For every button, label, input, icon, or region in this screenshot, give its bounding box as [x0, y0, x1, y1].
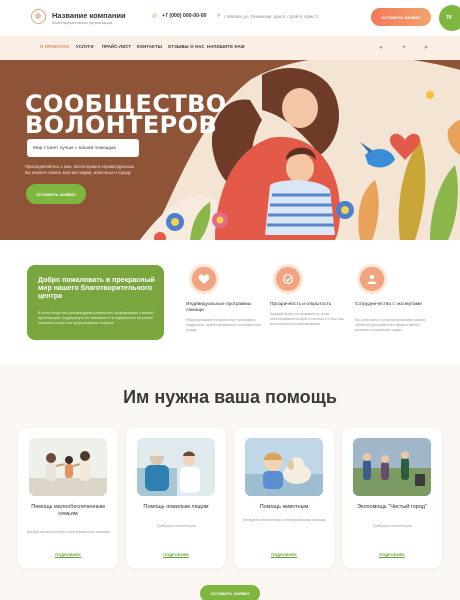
feature-icon-transparency	[273, 264, 303, 294]
help-section-title: Им нужна ваша помощь	[123, 387, 337, 407]
address-text: г. Москва, ул. Ленинская, дом 5, строй 9…	[224, 14, 318, 19]
welcome-section: Добро пожаловать в прекрасный мир нашего…	[0, 240, 460, 364]
help-card-elderly[interactable]: Помощь пожилым людям Требуются волонтеры…	[126, 428, 226, 568]
feature-title-transparency: Прозрачность и открытость	[270, 302, 332, 307]
card-text: Требуются волонтеры	[156, 524, 196, 528]
feature-title-experts: Сотрудничество с экспертами	[355, 302, 422, 307]
feature-icon-programs	[189, 264, 219, 294]
feature-text-transparency: Каждый взнос отслеживается, а мы обеспеч…	[270, 312, 344, 326]
main-nav: О ПРОЕКТАХ УСЛУГИ ПРАЙС-ЛИСТ КОНТАКТЫ ОТ…	[0, 36, 460, 60]
card-text: Требуются волонтеры	[372, 524, 412, 528]
hero-tagline: Мир станет лучше с вашей помощью	[27, 139, 139, 157]
card-title: Помощь пожилым людям	[143, 504, 209, 510]
animals-photo	[245, 438, 323, 496]
nav-item-write[interactable]: НАПИШИТЕ НАМ	[207, 44, 245, 49]
families-photo	[29, 438, 107, 496]
feature-text-programs: Разрабатываем специальные программы подд…	[186, 318, 262, 332]
hero-title: СООБЩЕСТВО ВОЛОНТЕРОВ	[25, 90, 227, 139]
bottom-request-button[interactable]: ОСТАВИТЬ ЗАЯВКУ	[200, 585, 260, 600]
vk-icon[interactable]: ✦	[399, 43, 409, 53]
corner-badge[interactable]: 76	[439, 5, 460, 31]
nav-item-contacts[interactable]: КОНТАКТЫ	[137, 44, 162, 49]
nav-item-projects[interactable]: О ПРОЕКТАХ	[40, 44, 69, 49]
help-card-animals[interactable]: Помощь животным Требуются волонтеры и ма…	[234, 428, 334, 568]
header-request-button[interactable]: ОСТАВИТЬ ЗАЯВКУ	[371, 8, 431, 26]
card-more-link[interactable]: ПОДРОБНЕЕ	[18, 552, 118, 557]
phone-number[interactable]: +7 (000) 000-00-00	[162, 13, 207, 19]
feature-title-programs: Индивидуальные программы помощи	[186, 302, 252, 313]
nav-item-services[interactable]: УСЛУГИ	[76, 44, 94, 49]
telegram-icon[interactable]: ➤	[421, 43, 431, 53]
company-subtitle: благотворительная организация	[52, 20, 113, 25]
hero-banner: СООБЩЕСТВО ВОЛОНТЕРОВ Мир станет лучше с…	[0, 60, 460, 240]
card-title: Помощь животным	[259, 504, 309, 510]
nav-item-pricelist[interactable]: ПРАЙС-ЛИСТ	[102, 44, 131, 49]
card-text: Требуются волонтеры и материальная помощ…	[26, 530, 110, 534]
help-card-families[interactable]: Помощь малообеспеченным семьям Требуются…	[18, 428, 118, 568]
card-title: Помощь малообеспеченным семьям	[31, 504, 105, 517]
hero-description: Присоединяйтесь к нам, волонтерам и нера…	[25, 164, 135, 175]
location-pin-icon: ⚲	[217, 13, 221, 19]
welcome-card: Добро пожаловать в прекрасный мир нашего…	[27, 265, 164, 340]
hero-request-button[interactable]: ОСТАВИТЬ ЗАЯВКУ	[26, 184, 86, 204]
ok-icon[interactable]: ●	[376, 43, 386, 53]
elderly-photo	[137, 438, 215, 496]
logo-icon[interactable]	[31, 9, 46, 24]
help-card-eco[interactable]: Экопомощь "Чистый город" Требуются волон…	[342, 428, 442, 568]
card-more-link[interactable]: ПОДРОБНЕЕ	[234, 552, 334, 557]
feature-icon-experts	[357, 264, 387, 294]
company-name[interactable]: Название компании	[52, 11, 126, 20]
eco-photo	[353, 438, 431, 496]
card-more-link[interactable]: ПОДРОБНЕЕ	[342, 552, 442, 557]
card-more-link[interactable]: ПОДРОБНЕЕ	[126, 552, 226, 557]
card-title: Экопомощь "Чистый город"	[357, 504, 427, 510]
site-header: Название компании благотворительная орга…	[0, 0, 460, 36]
welcome-text: В этом блоке мы рекомендуем разместить и…	[38, 311, 154, 325]
phone-icon: ✆	[152, 14, 158, 20]
card-text: Требуются волонтеры и материальная помощ…	[242, 518, 326, 522]
nav-item-reviews[interactable]: ОТЗЫВЫ О НАС	[168, 44, 205, 49]
welcome-title: Добро пожаловать в прекрасный мир нашего…	[38, 277, 155, 300]
feature-text-experts: Мы работаем с профессионалами разных обл…	[355, 318, 426, 332]
